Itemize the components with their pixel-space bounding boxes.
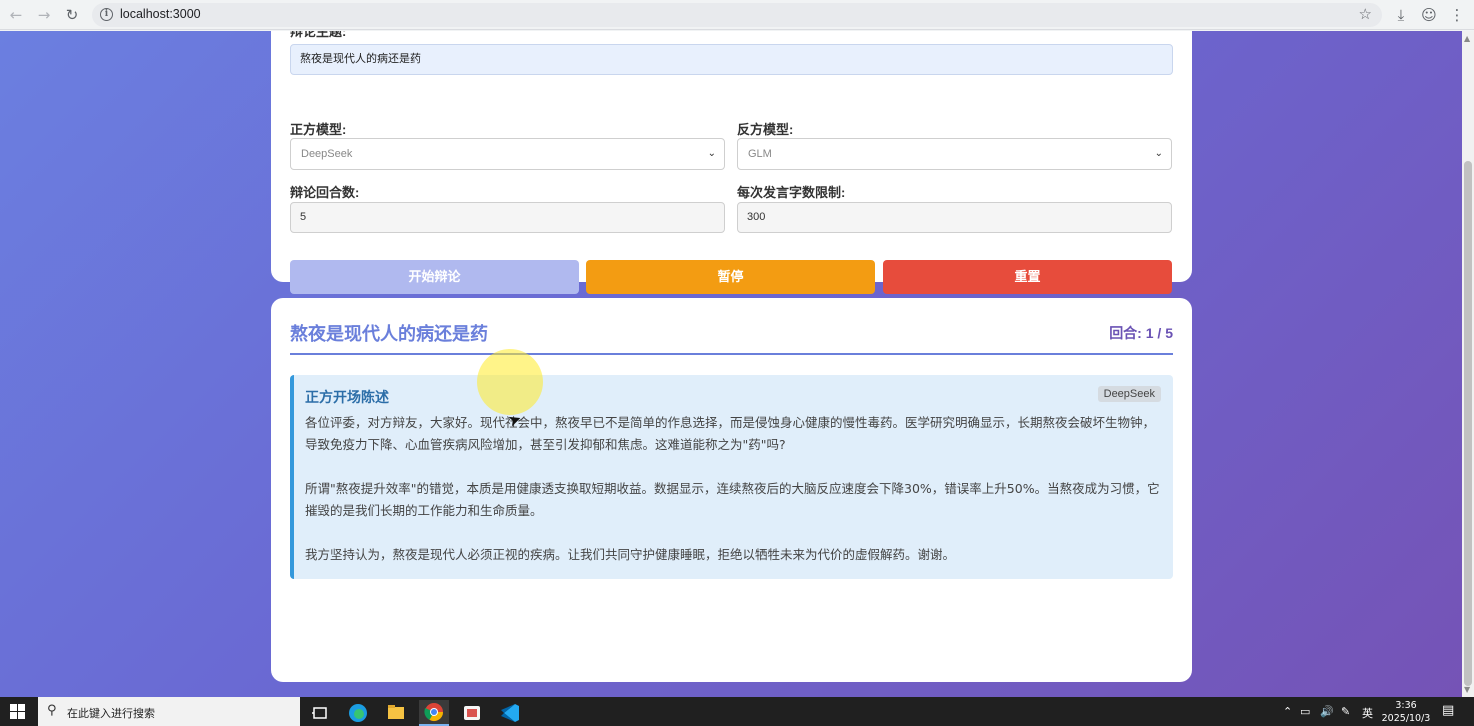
browser-toolbar: ← → ↻ i localhost:3000 ☆ ⤓ ☺ ⋮ [0,0,1474,30]
speech-body: 各位评委，对方辩友，大家好。现代社会中，熬夜早已不是简单的作息选择，而是侵蚀身心… [305,412,1165,588]
reset-button[interactable]: 重置 [883,260,1172,294]
task-view-icon[interactable] [305,700,335,726]
pause-button[interactable]: 暂停 [586,260,875,294]
round-label: 回合: [1109,325,1142,341]
info-icon[interactable]: i [100,8,113,21]
pro-model-label: 正方模型: [290,122,347,137]
debate-card: 熬夜是现代人的病还是药 回合: 1 / 5 正方开场陈述 DeepSeek 各位… [271,298,1192,682]
word-limit-input[interactable]: 300 [737,202,1172,233]
pro-model-select[interactable]: DeepSeek ⌄ [290,138,725,170]
network-icon[interactable]: ▭ [1300,705,1310,718]
download-icon[interactable]: ⤓ [1390,4,1412,26]
scroll-up-icon[interactable]: ▲ [1464,34,1470,43]
search-icon: ⚲ [47,703,57,718]
ime-indicator[interactable]: 英 [1362,705,1373,721]
rounds-input[interactable]: 5 [290,202,725,233]
con-model-select[interactable]: GLM ⌄ [737,138,1172,170]
round-value: 1 / 5 [1145,325,1173,341]
chevron-down-icon: ⌄ [707,148,716,159]
chevron-down-icon: ⌄ [1154,148,1163,159]
file-explorer-icon[interactable] [381,700,411,726]
speech-paragraph: 所谓"熬夜提升效率"的错觉，本质是用健康透支换取短期收益。数据显示，连续熬夜后的… [305,481,1160,518]
page-scrollbar[interactable]: ▲ ▼ [1462,31,1474,697]
taskbar-search-placeholder: 在此键入进行搜索 [67,707,155,720]
settings-card: 辩论主题: 熬夜是现代人的病还是药 正方模型: DeepSeek ⌄ 反方模型:… [271,31,1192,294]
topic-label: 辩论主题: [290,31,347,39]
cursor-highlight [477,349,543,415]
speech-paragraph: 我方坚持认为，熬夜是现代人必须正视的疾病。让我们共同守护健康睡眠，拒绝以牺牲未来… [305,547,956,562]
back-arrow-icon[interactable]: ← [6,5,26,25]
taskbar: ⚲ 在此键入进行搜索 ⌃ ▭ 🔊 ✎ 英 3:36 2025/10/3 ▤ [0,697,1474,726]
topic-input[interactable]: 熬夜是现代人的病还是药 [290,44,1173,75]
model-badge: DeepSeek [1097,386,1161,402]
tray-chevron-icon[interactable]: ⌃ [1283,705,1292,718]
url-text[interactable]: localhost:3000 [120,7,201,21]
menu-icon[interactable]: ⋮ [1446,4,1468,26]
profile-icon[interactable]: ☺ [1418,4,1440,26]
app-icon[interactable] [457,700,487,726]
title-divider [290,353,1173,355]
clock-time: 3:36 [1395,700,1417,711]
edge-icon[interactable] [343,700,373,726]
speech-block: 正方开场陈述 DeepSeek 各位评委，对方辩友，大家好。现代社会中，熬夜早已… [290,375,1173,579]
page-viewport: 辩论主题: 熬夜是现代人的病还是药 正方模型: DeepSeek ⌄ 反方模型:… [0,31,1462,697]
scrollbar-thumb[interactable] [1464,161,1472,686]
round-indicator: 回合: 1 / 5 [1109,323,1173,343]
address-bar[interactable]: i localhost:3000 ☆ [92,3,1382,27]
speech-title: 正方开场陈述 [305,389,389,405]
word-limit-label: 每次发言字数限制: [737,185,846,200]
chrome-icon[interactable] [419,700,449,726]
taskbar-search[interactable]: ⚲ 在此键入进行搜索 [38,697,300,726]
clock-date: 2025/10/3 [1381,713,1431,724]
rounds-label: 辩论回合数: [290,185,360,200]
pen-icon[interactable]: ✎ [1341,705,1350,718]
windows-icon[interactable] [10,704,26,720]
taskbar-clock[interactable]: 3:36 2025/10/3 [1380,699,1432,725]
scroll-down-icon[interactable]: ▼ [1464,685,1470,694]
debate-title: 熬夜是现代人的病还是药 [290,324,488,344]
star-icon[interactable]: ☆ [1359,5,1372,23]
notification-icon[interactable]: ▤ [1442,703,1454,718]
reload-icon[interactable]: ↻ [62,5,82,25]
forward-arrow-icon[interactable]: → [34,5,54,25]
vscode-icon[interactable] [495,700,525,726]
con-model-label: 反方模型: [737,122,794,137]
con-model-value: GLM [748,148,772,160]
start-debate-button[interactable]: 开始辩论 [290,260,579,294]
speech-paragraph: 各位评委，对方辩友，大家好。现代社会中，熬夜早已不是简单的作息选择，而是侵蚀身心… [305,415,1156,452]
volume-icon[interactable]: 🔊 [1320,705,1334,718]
pro-model-value: DeepSeek [301,148,353,160]
